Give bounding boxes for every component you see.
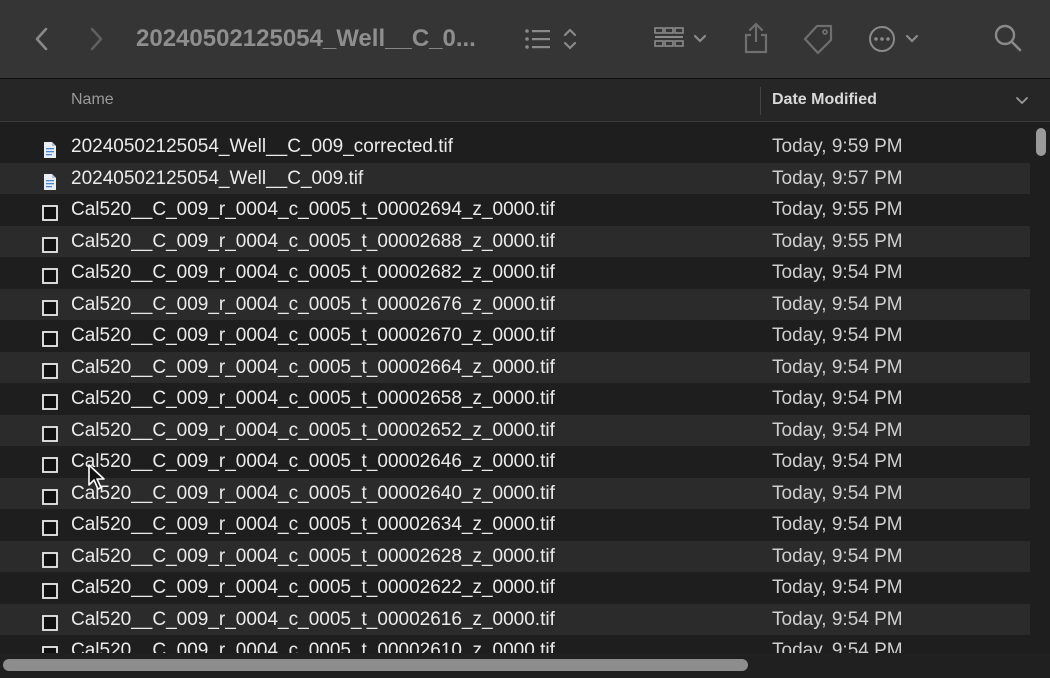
image-file-icon <box>41 422 59 442</box>
file-name: Cal520__C_009_r_0004_c_0005_t_00002634_z… <box>71 514 555 535</box>
file-row[interactable]: Cal520__C_009_r_0004_c_0005_t_00002610_z… <box>0 635 1030 653</box>
more-icon[interactable] <box>866 23 926 55</box>
file-date-modified: Today, 9:55 PM <box>772 199 903 220</box>
image-file-icon <box>41 264 59 284</box>
image-file-icon <box>41 453 59 473</box>
file-row[interactable]: Cal520__C_009_r_0004_c_0005_t_00002664_z… <box>0 351 1030 383</box>
image-file-icon <box>41 390 59 410</box>
document-icon <box>41 170 59 190</box>
file-name: Cal520__C_009_r_0004_c_0005_t_00002652_z… <box>71 419 555 441</box>
file-date-modified: Today, 9:54 PM <box>772 388 903 409</box>
vertical-scrollbar[interactable] <box>1030 123 1050 658</box>
file-name: Cal520__C_009_r_0004_c_0005_t_00002658_z… <box>71 388 555 409</box>
file-row[interactable]: 20240502125054_Well__C_009_corrected.tif… <box>0 131 1030 163</box>
file-name: Cal520__C_009_r_0004_c_0005_t_00002694_z… <box>71 199 555 220</box>
file-date-modified: Today, 9:54 PM <box>772 419 903 441</box>
column-divider[interactable] <box>760 87 761 115</box>
file-row[interactable]: Cal520__C_009_r_0004_c_0005_t_00002694_z… <box>0 194 1030 226</box>
file-name: Cal520__C_009_r_0004_c_0005_t_00002664_z… <box>71 356 555 378</box>
file-row[interactable]: Cal520__C_009_r_0004_c_0005_t_00002634_z… <box>0 509 1030 541</box>
file-date-modified: Today, 9:54 PM <box>772 514 903 535</box>
image-file-icon <box>41 327 59 347</box>
image-file-icon <box>41 548 59 568</box>
column-header: Name Date Modified <box>0 79 1050 122</box>
file-row[interactable]: Cal520__C_009_r_0004_c_0005_t_00002640_z… <box>0 477 1030 509</box>
file-list: 20240502125054_Well__C_009_corrected.tif… <box>0 131 1030 653</box>
file-date-modified: Today, 9:57 PM <box>772 167 903 189</box>
tag-icon[interactable] <box>800 22 836 56</box>
file-name: Cal520__C_009_r_0004_c_0005_t_00002616_z… <box>71 608 555 630</box>
vertical-scroll-thumb[interactable] <box>1036 128 1046 156</box>
window-title: 20240502125054_Well__C_0... <box>136 25 476 52</box>
file-row[interactable]: Cal520__C_009_r_0004_c_0005_t_00002628_z… <box>0 540 1030 572</box>
file-name: Cal520__C_009_r_0004_c_0005_t_00002610_z… <box>71 640 555 653</box>
file-row[interactable]: Cal520__C_009_r_0004_c_0005_t_00002646_z… <box>0 446 1030 478</box>
file-name: Cal520__C_009_r_0004_c_0005_t_00002676_z… <box>71 293 555 315</box>
mouse-pointer-icon <box>87 463 107 496</box>
file-date-modified: Today, 9:54 PM <box>772 325 903 346</box>
file-row[interactable]: Cal520__C_009_r_0004_c_0005_t_00002682_z… <box>0 257 1030 289</box>
image-file-icon <box>41 516 59 536</box>
toolbar: 20240502125054_Well__C_0... <box>0 0 1050 79</box>
file-date-modified: Today, 9:54 PM <box>772 482 903 504</box>
file-name: 20240502125054_Well__C_009_corrected.tif <box>71 136 454 157</box>
image-file-icon <box>41 296 59 316</box>
chevron-down-icon[interactable] <box>1015 93 1029 111</box>
file-row[interactable]: Cal520__C_009_r_0004_c_0005_t_00002622_z… <box>0 572 1030 604</box>
file-name: Cal520__C_009_r_0004_c_0005_t_00002622_z… <box>71 577 555 598</box>
image-file-icon <box>41 485 59 505</box>
share-icon[interactable] <box>742 20 770 56</box>
file-row[interactable]: Cal520__C_009_r_0004_c_0005_t_00002658_z… <box>0 383 1030 415</box>
file-date-modified: Today, 9:59 PM <box>772 136 903 157</box>
column-date-header[interactable]: Date Modified <box>772 91 877 109</box>
file-name: Cal520__C_009_r_0004_c_0005_t_00002670_z… <box>71 325 555 346</box>
file-date-modified: Today, 9:54 PM <box>772 293 903 315</box>
file-row[interactable]: Cal520__C_009_r_0004_c_0005_t_00002652_z… <box>0 414 1030 446</box>
image-file-icon <box>41 579 59 599</box>
document-icon <box>41 138 59 158</box>
file-name: Cal520__C_009_r_0004_c_0005_t_00002646_z… <box>71 451 555 472</box>
horizontal-scroll-thumb[interactable] <box>3 659 748 671</box>
file-row[interactable]: Cal520__C_009_r_0004_c_0005_t_00002670_z… <box>0 320 1030 352</box>
column-name-header[interactable]: Name <box>71 91 114 109</box>
forward-icon[interactable] <box>84 24 110 54</box>
file-date-modified: Today, 9:54 PM <box>772 545 903 567</box>
file-date-modified: Today, 9:54 PM <box>772 262 903 283</box>
file-date-modified: Today, 9:54 PM <box>772 451 903 472</box>
image-file-icon <box>41 359 59 379</box>
file-date-modified: Today, 9:54 PM <box>772 356 903 378</box>
file-date-modified: Today, 9:54 PM <box>772 577 903 598</box>
grid-view-icon[interactable] <box>652 24 712 54</box>
list-view-icon[interactable] <box>520 24 582 54</box>
image-file-icon <box>41 201 59 221</box>
file-date-modified: Today, 9:54 PM <box>772 608 903 630</box>
image-file-icon <box>41 611 59 631</box>
image-file-icon <box>41 642 59 653</box>
file-name: Cal520__C_009_r_0004_c_0005_t_00002688_z… <box>71 230 555 252</box>
file-name: Cal520__C_009_r_0004_c_0005_t_00002640_z… <box>71 482 555 504</box>
search-icon[interactable] <box>992 22 1024 54</box>
file-name: Cal520__C_009_r_0004_c_0005_t_00002682_z… <box>71 262 555 283</box>
file-row[interactable]: Cal520__C_009_r_0004_c_0005_t_00002616_z… <box>0 603 1030 635</box>
file-date-modified: Today, 9:55 PM <box>772 230 903 252</box>
file-row[interactable]: Cal520__C_009_r_0004_c_0005_t_00002688_z… <box>0 225 1030 257</box>
file-date-modified: Today, 9:54 PM <box>772 640 903 653</box>
file-name: 20240502125054_Well__C_009.tif <box>71 167 364 189</box>
file-row[interactable]: 20240502125054_Well__C_009.tif Today, 9:5… <box>0 162 1030 194</box>
file-row[interactable]: Cal520__C_009_r_0004_c_0005_t_00002676_z… <box>0 288 1030 320</box>
image-file-icon <box>41 233 59 253</box>
back-icon[interactable] <box>28 24 54 54</box>
file-name: Cal520__C_009_r_0004_c_0005_t_00002628_z… <box>71 545 555 567</box>
